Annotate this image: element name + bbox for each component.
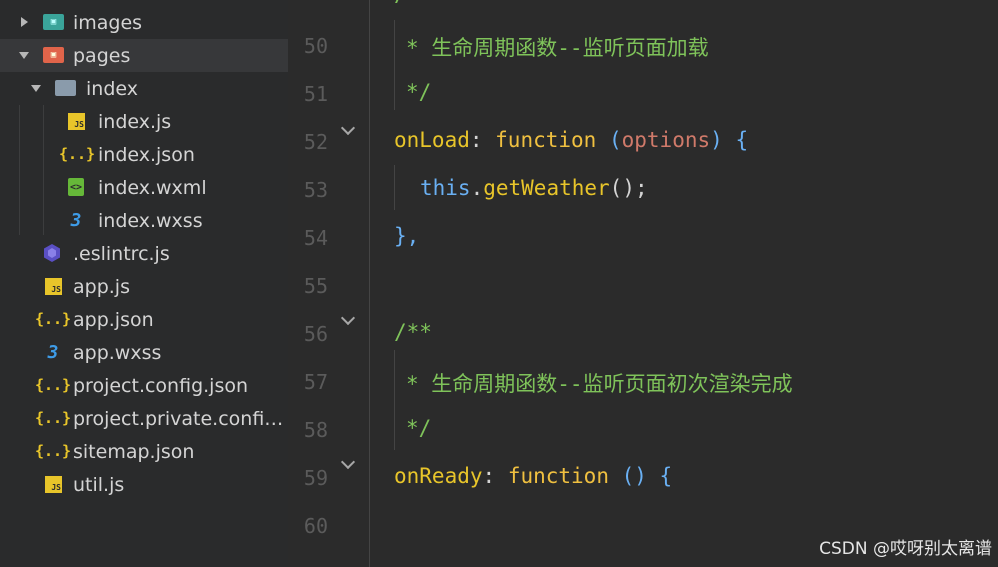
css-file-icon: 3 xyxy=(70,209,82,231)
tree-folder-pages[interactable]: ▣ pages xyxy=(0,39,288,72)
code-token: { xyxy=(646,464,673,488)
indent-guide xyxy=(369,0,370,567)
eslint-file-icon xyxy=(42,244,62,262)
tree-file-index-wxss[interactable]: 3 index.wxss xyxy=(0,204,288,237)
tree-item-label: index.json xyxy=(98,143,195,166)
code-editor[interactable]: / 50 51 52 53 54 55 56 57 58 59 60 * 生命周… xyxy=(288,0,998,567)
tree-file-app-wxss[interactable]: 3 app.wxss xyxy=(0,336,288,369)
folder-icon xyxy=(55,80,76,96)
tree-item-label: index.wxml xyxy=(98,176,207,199)
code-token: this xyxy=(420,176,471,200)
line-number: 54 xyxy=(303,226,328,250)
tree-item-label: project.private.config.js... xyxy=(73,407,287,430)
tree-folder-index[interactable]: index xyxy=(0,72,288,105)
code-line-54: }, xyxy=(394,224,420,248)
file-explorer-sidebar: ▣ images ▣ pages index JS index.js {..} … xyxy=(0,0,288,567)
tree-item-label: images xyxy=(73,11,143,34)
code-line-59: onReady: function () { xyxy=(394,464,672,488)
fold-chevron-icon[interactable] xyxy=(340,454,356,470)
indent-guide xyxy=(394,20,395,110)
tree-file-app-js[interactable]: JS app.js xyxy=(0,270,288,303)
line-number: 51 xyxy=(303,82,328,106)
tree-item-label: app.wxss xyxy=(73,341,162,364)
tree-item-label: sitemap.json xyxy=(73,440,195,463)
fold-chevron-icon[interactable] xyxy=(340,120,356,136)
tree-file-project-config[interactable]: {..} project.config.json xyxy=(0,369,288,402)
code-token: function xyxy=(495,128,597,152)
code-token: getWeather xyxy=(483,176,610,200)
tree-item-label: app.js xyxy=(73,275,130,298)
line-number: 52 xyxy=(303,130,328,154)
js-file-icon: JS xyxy=(68,113,85,130)
wxml-file-icon: <> xyxy=(68,178,84,196)
tree-file-index-json[interactable]: {..} index.json xyxy=(0,138,288,171)
tree-file-eslintrc[interactable]: .eslintrc.js xyxy=(0,237,288,270)
line-number: 55 xyxy=(303,274,328,298)
tree-item-label: app.json xyxy=(73,308,154,331)
line-number: 58 xyxy=(303,418,328,442)
tree-item-label: pages xyxy=(73,44,131,67)
code-token: (); xyxy=(609,176,648,200)
css-file-icon: 3 xyxy=(47,341,59,363)
indent-guide xyxy=(394,350,395,450)
line-number: 60 xyxy=(303,514,328,538)
json-file-icon: {..} xyxy=(34,376,72,394)
js-file-icon: JS xyxy=(45,278,62,295)
code-token: function xyxy=(507,464,609,488)
code-token: () xyxy=(608,464,647,488)
tree-file-util-js[interactable]: JS util.js xyxy=(0,468,288,501)
line-number: 56 xyxy=(303,322,328,346)
tree-item-label: index xyxy=(86,77,138,100)
tree-file-index-wxml[interactable]: <> index.wxml xyxy=(0,171,288,204)
code-line-57: * 生命周期函数--监听页面初次渲染完成 xyxy=(406,372,793,396)
line-number: 50 xyxy=(303,34,328,58)
line-number: 59 xyxy=(303,466,328,490)
code-line-53: this.getWeather(); xyxy=(420,176,648,200)
tree-file-app-json[interactable]: {..} app.json xyxy=(0,303,288,336)
code-token: . xyxy=(470,176,484,200)
json-file-icon: {..} xyxy=(34,409,72,427)
tree-item-label: util.js xyxy=(73,473,125,496)
json-file-icon: {..} xyxy=(34,442,72,460)
json-file-icon: {..} xyxy=(58,145,96,163)
code-line-51: */ xyxy=(406,80,432,104)
tree-folder-images[interactable]: ▣ images xyxy=(0,6,288,39)
tree-item-label: .eslintrc.js xyxy=(73,242,170,265)
code-line-56: /** xyxy=(394,320,432,344)
code-line-58: */ xyxy=(406,416,432,440)
pages-folder-icon: ▣ xyxy=(43,47,64,63)
code-token: ( xyxy=(608,128,622,152)
code-line-52: onLoad: function (options) { xyxy=(394,128,748,152)
line-number: 57 xyxy=(303,370,328,394)
watermark: CSDN @哎呀别太离谱 xyxy=(819,539,992,559)
code-token: ) xyxy=(710,128,723,152)
chevron-down-icon[interactable] xyxy=(19,52,29,59)
js-file-icon: JS xyxy=(45,476,62,493)
image-folder-icon: ▣ xyxy=(43,14,64,30)
tree-item-label: index.js xyxy=(98,110,172,133)
tree-file-project-private-config[interactable]: {..} project.private.config.js... xyxy=(0,402,288,435)
tree-file-index-js[interactable]: JS index.js xyxy=(0,105,288,138)
line-number: 53 xyxy=(303,178,328,202)
tree-file-sitemap[interactable]: {..} sitemap.json xyxy=(0,435,288,468)
code-token: : xyxy=(469,128,496,152)
code-token: onLoad xyxy=(394,128,470,152)
chevron-right-icon[interactable] xyxy=(21,17,28,27)
chevron-down-icon[interactable] xyxy=(31,85,41,92)
json-file-icon: {..} xyxy=(34,310,72,328)
code-line-50: * 生命周期函数--监听页面加载 xyxy=(406,36,709,60)
fold-chevron-icon[interactable] xyxy=(340,310,356,326)
code-token: onReady xyxy=(394,464,483,488)
tree-item-label: index.wxss xyxy=(98,209,203,232)
indent-guide xyxy=(394,165,395,210)
code-token: options xyxy=(621,128,711,152)
code-token: { xyxy=(722,128,749,152)
code-token: : xyxy=(482,464,508,488)
tree-item-label: project.config.json xyxy=(73,374,249,397)
code-line-49-remnant: / xyxy=(394,0,407,6)
